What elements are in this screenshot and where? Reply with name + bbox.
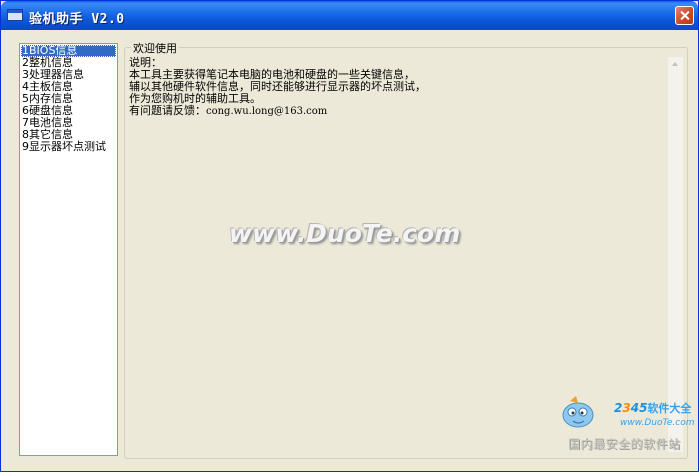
- scroll-up-arrow-icon[interactable]: [668, 57, 683, 72]
- nav-item-9[interactable]: 9显示器坏点测试: [21, 141, 116, 153]
- watermark-text: www.DuoTe.com: [229, 219, 461, 248]
- group-title: 欢迎使用: [131, 40, 179, 56]
- feedback-email: cong.wu.long@163.com: [206, 106, 328, 117]
- category-list[interactable]: 1BIOS信息 2整机信息 3处理器信息 4主板信息 5内存信息 6硬盘信息 7电池信息 8其…: [19, 43, 118, 456]
- close-button[interactable]: [675, 6, 694, 25]
- app-window-icon[interactable]: [7, 9, 23, 21]
- window-title: 验机助手 V2.0: [29, 12, 125, 27]
- title-bar[interactable]: 验机助手 V2.0: [1, 1, 698, 30]
- info-line: 作为您购机时的辅助工具。: [129, 92, 261, 105]
- feedback-line: 有问题请反馈：cong.wu.long@163.com: [129, 105, 665, 118]
- mascot-logo-icon: [562, 396, 594, 428]
- app-window: 验机助手 V2.0 1BIOS信息 2整机信息 3处理器信息 4主板信息 5内存信息 6硬…: [0, 0, 699, 472]
- site-logo: 2345软件大全 www.DuoTe.com 国内最安全的软件站: [558, 391, 698, 451]
- feedback-label: 有问题请反馈：: [129, 104, 206, 117]
- brand-name: 2345软件大全: [614, 401, 692, 415]
- info-text-area: 说明： 本工具主要获得笔记本电脑的电池和硬盘的一些关键信息， 辅以其他硬件软件信…: [129, 57, 665, 118]
- brand-url: www.DuoTe.com: [620, 418, 695, 428]
- brand-slogan: 国内最安全的软件站: [568, 437, 681, 451]
